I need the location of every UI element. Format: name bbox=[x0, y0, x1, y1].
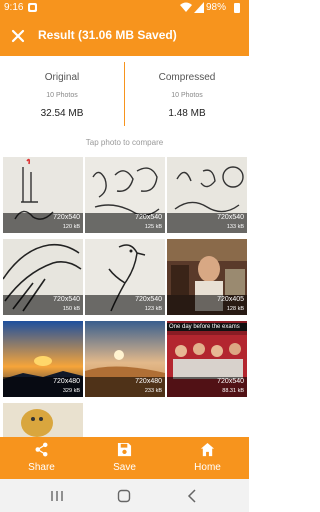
original-photo-count: 10 Photos bbox=[46, 92, 78, 99]
photo-caption: 720x540 120 kB bbox=[3, 213, 83, 233]
compare-hint: Tap photo to compare bbox=[85, 138, 164, 147]
summary-panel: Original 10 Photos 32.54 MB Compressed 1… bbox=[0, 56, 249, 132]
home-nav-icon[interactable] bbox=[116, 488, 132, 504]
photo-size: 133 kB bbox=[226, 224, 244, 230]
close-icon[interactable] bbox=[8, 26, 28, 46]
photo-tile[interactable]: 720x540 123 kB bbox=[85, 239, 165, 315]
photo-dimensions: 720x540 bbox=[53, 214, 80, 221]
toolbar: Result (31.06 MB Saved) bbox=[0, 16, 249, 56]
photo-tile[interactable]: 720x540 150 kB bbox=[3, 239, 83, 315]
photo-dimensions: 720x480 bbox=[135, 378, 162, 385]
photo-caption: 720x480 329 kB bbox=[3, 377, 83, 397]
back-icon[interactable] bbox=[184, 488, 200, 504]
photo-caption: 720x540 123 kB bbox=[85, 295, 165, 315]
photo-size: 125 kB bbox=[144, 224, 162, 230]
status-time: 9:16 bbox=[4, 2, 24, 13]
photo-tile[interactable]: 720x540 125 kB bbox=[85, 157, 165, 233]
photo-tile[interactable]: 720x540 120 kB bbox=[3, 157, 83, 233]
page-title: Result (31.06 MB Saved) bbox=[38, 28, 177, 42]
photo-tile[interactable]: 720x480 329 kB bbox=[3, 321, 83, 397]
photo-tile[interactable]: One day before the exams 720x540 88.31 k… bbox=[167, 321, 247, 397]
photo-dimensions: 720x540 bbox=[53, 296, 80, 303]
photo-caption: 720x540 88.31 kB bbox=[167, 377, 247, 397]
home-icon bbox=[200, 442, 215, 457]
photo-caption: 720x405 128 kB bbox=[167, 295, 247, 315]
wifi-icon bbox=[180, 2, 192, 12]
home-button[interactable]: Home bbox=[166, 437, 249, 479]
original-label: Original bbox=[44, 72, 80, 83]
original-size: 32.54 MB bbox=[40, 108, 84, 119]
photo-caption: 720x480 233 kB bbox=[85, 377, 165, 397]
photo-size: 329 kB bbox=[62, 388, 80, 394]
photo-dimensions: 720x480 bbox=[53, 378, 80, 385]
save-icon bbox=[117, 442, 132, 457]
photo-tile[interactable]: 720x480 233 kB bbox=[85, 321, 165, 397]
bottom-action-bar: Share Save Home bbox=[0, 437, 249, 479]
photo-banner-text: One day before the exams bbox=[167, 323, 247, 331]
photo-caption: 720x540 150 kB bbox=[3, 295, 83, 315]
photo-size: 123 kB bbox=[144, 306, 162, 312]
home-label: Home bbox=[194, 462, 221, 473]
save-button[interactable]: Save bbox=[83, 437, 166, 479]
photo-size: 88.31 kB bbox=[222, 388, 244, 394]
photo-thumbnail bbox=[3, 403, 83, 437]
photo-size: 150 kB bbox=[62, 306, 80, 312]
share-button[interactable]: Share bbox=[0, 437, 83, 479]
status-bar: 9:16 98% bbox=[0, 0, 249, 16]
compressed-summary: Compressed 10 Photos 1.48 MB bbox=[125, 56, 249, 132]
photo-caption: 720x540 125 kB bbox=[85, 213, 165, 233]
photo-caption: 720x540 133 kB bbox=[167, 213, 247, 233]
photo-dimensions: 720x405 bbox=[217, 296, 244, 303]
recent-apps-icon[interactable] bbox=[49, 488, 65, 504]
photo-tile[interactable]: 720x405 128 kB bbox=[167, 239, 247, 315]
share-icon bbox=[35, 442, 48, 457]
photo-dimensions: 720x540 bbox=[217, 378, 244, 385]
compressed-size: 1.48 MB bbox=[168, 108, 206, 119]
photo-dimensions: 720x540 bbox=[135, 296, 162, 303]
photo-tile[interactable]: 720x540 133 kB bbox=[167, 157, 247, 233]
system-nav-bar bbox=[0, 479, 249, 512]
signal-icon bbox=[194, 2, 204, 13]
original-summary: Original 10 Photos 32.54 MB bbox=[0, 56, 124, 132]
share-label: Share bbox=[28, 462, 55, 473]
save-label: Save bbox=[113, 462, 136, 473]
photo-tile[interactable] bbox=[3, 403, 83, 437]
photo-dimensions: 720x540 bbox=[135, 214, 162, 221]
compressed-photo-count: 10 Photos bbox=[171, 92, 203, 99]
compressed-label: Compressed bbox=[158, 72, 216, 83]
notification-icon bbox=[28, 3, 37, 12]
photo-size: 233 kB bbox=[144, 388, 162, 394]
photo-size: 128 kB bbox=[226, 306, 244, 312]
battery-icon bbox=[234, 3, 240, 13]
photo-size: 120 kB bbox=[62, 224, 80, 230]
battery-text: 98% bbox=[206, 2, 227, 13]
photo-dimensions: 720x540 bbox=[217, 214, 244, 221]
